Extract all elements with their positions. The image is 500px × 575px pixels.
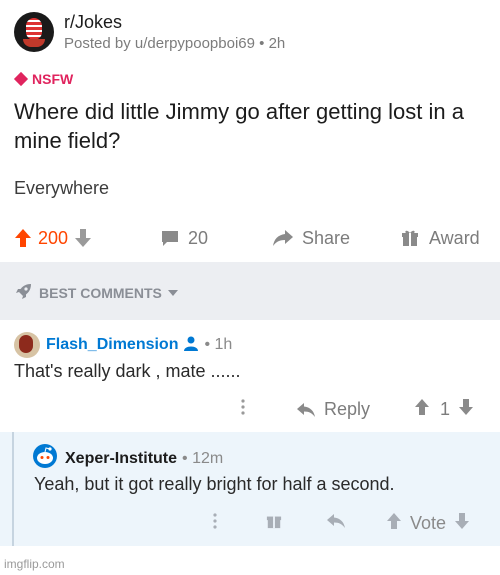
award-button[interactable]: Award [401, 222, 480, 254]
sort-label: BEST COMMENTS [39, 284, 162, 301]
post-score: 200 [38, 227, 69, 248]
op-user-icon [183, 335, 199, 356]
share-button[interactable]: Share [272, 222, 350, 254]
post-header: r/Jokes Posted by u/derpypoopboi69 • 2h [14, 12, 285, 55]
reply-meta: • 12m [182, 449, 224, 467]
vote-group: 200 [14, 222, 92, 254]
nsfw-tag: NSFW [13, 71, 74, 87]
imgflip-watermark: imgflip.com [4, 557, 65, 571]
comment-meta: • 1h [204, 336, 233, 353]
reply-username[interactable]: Xeper-Institute [65, 450, 177, 468]
nsfw-label: NSFW [32, 71, 74, 87]
post-body: Everywhere [14, 178, 110, 198]
comments-button[interactable]: 20 [160, 222, 208, 254]
reply-label: Reply [324, 399, 371, 419]
reply-actions: Vote [212, 512, 470, 535]
post-meta: Posted by u/derpypoopboi69 • 2h [64, 35, 286, 52]
comment-text: That's really dark , mate ...... [14, 361, 241, 381]
award-label: Award [429, 227, 480, 248]
share-label: Share [302, 227, 351, 248]
post-card: r/Jokes Posted by u/derpypoopboi69 • 2h … [0, 0, 500, 262]
post-title[interactable]: Where did little Jimmy go after getting … [14, 97, 484, 155]
snoo-avatar-icon[interactable] [33, 444, 57, 473]
upvote-icon[interactable] [414, 398, 430, 421]
comment-header: Flash_Dimension • 1h [14, 332, 232, 358]
subreddit-name[interactable]: r/Jokes [64, 12, 285, 32]
share-arrow-icon [272, 229, 294, 247]
subreddit-avatar[interactable] [14, 12, 54, 52]
downvote-icon[interactable] [458, 398, 474, 421]
comment-score: 1 [440, 399, 451, 419]
comment-username[interactable]: Flash_Dimension [46, 336, 178, 354]
chevron-down-icon [167, 289, 178, 296]
more-options-icon[interactable] [212, 512, 218, 535]
comment-header: Xeper-Institute • 12m [33, 444, 223, 473]
rocket-icon [15, 282, 33, 303]
sort-dropdown[interactable]: BEST COMMENTS [15, 282, 178, 303]
more-options-icon[interactable] [240, 398, 246, 421]
reply-text: Yeah, but it got really bright for half … [34, 474, 395, 494]
upvote-icon[interactable] [386, 512, 402, 535]
gift-icon [401, 229, 419, 247]
comment-bubble-icon [160, 228, 180, 248]
nsfw-diamond-icon [13, 71, 29, 87]
gift-icon[interactable] [266, 513, 282, 534]
post-actions: 200 20 Share Award [0, 222, 500, 254]
vote-label: Vote [410, 513, 447, 533]
comment-count: 20 [188, 227, 209, 248]
footer-bar [0, 546, 500, 575]
avatar[interactable] [14, 332, 40, 358]
upvote-icon[interactable] [14, 228, 32, 248]
reply-comment: Xeper-Institute • 12m Yeah, but it got r… [0, 432, 500, 546]
reply-button[interactable]: Reply [296, 399, 370, 420]
comment-actions: Reply 1 [240, 398, 474, 421]
microphone-icon [26, 18, 42, 40]
comment: Flash_Dimension • 1h That's really dark … [0, 320, 500, 432]
downvote-icon[interactable] [74, 228, 92, 248]
downvote-icon[interactable] [454, 512, 470, 535]
thread-line[interactable] [12, 432, 14, 546]
reply-arrow-icon[interactable] [326, 513, 346, 534]
